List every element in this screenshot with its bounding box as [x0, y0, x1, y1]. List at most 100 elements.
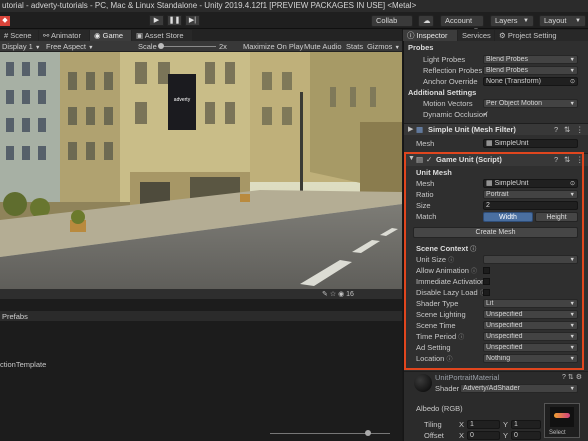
preset-icon[interactable]: ⇅ — [564, 125, 570, 134]
disable-lazy-load-row: Disable Lazy Load ⓘ — [404, 287, 588, 298]
account-dropdown[interactable]: Account▼ — [440, 15, 484, 34]
icon-size-slider[interactable] — [270, 433, 390, 434]
offset-x-input[interactable]: 0 — [467, 431, 500, 440]
foldout-arrow-icon[interactable]: ▶ — [408, 125, 413, 133]
tab-animator[interactable]: ⚯ Animator — [39, 30, 89, 41]
tab-project-settings[interactable]: ⚙ Project Setting — [495, 30, 588, 41]
cloud-button[interactable]: ☁ — [418, 15, 434, 27]
width-button[interactable]: Width — [483, 212, 533, 222]
preset-icon[interactable]: ⇅ — [564, 155, 570, 164]
step-button[interactable]: ▶| — [185, 15, 200, 26]
gear-icon[interactable]: ⚙ — [576, 374, 582, 381]
more-options-icon[interactable]: ⋮ — [576, 155, 584, 164]
size-input[interactable]: 2 — [483, 201, 578, 210]
motion-vectors-dropdown[interactable]: Per Object Motion ▼ — [483, 99, 578, 108]
project-item[interactable]: ctionTemplate — [0, 360, 46, 369]
time-period-value: Unspecified — [486, 333, 523, 340]
mesh-filter-title: Simple Unit (Mesh Filter) — [428, 125, 516, 134]
immediate-activation-row: Immediate Activation — [404, 276, 588, 287]
eye-icon[interactable]: ◉ — [338, 291, 344, 298]
pause-button[interactable]: ❚❚ — [167, 15, 182, 26]
info-icon: ⓘ — [471, 269, 478, 275]
foldout-arrow-icon[interactable]: ▼ — [408, 155, 415, 162]
target-icon[interactable]: ⊙ — [570, 78, 575, 85]
game-unit-script-header[interactable]: ▼ ▤ ✓ Game Unit (Script) ? ⇅ ⋮ — [404, 153, 588, 166]
scene-lighting-dropdown[interactable]: Unspecified ▼ — [483, 310, 578, 319]
tiling-x-input[interactable]: 1 — [467, 420, 500, 429]
offset-y-input[interactable]: 0 — [511, 431, 541, 440]
location-value: Nothing — [486, 355, 511, 362]
create-mesh-button[interactable]: Create Mesh — [413, 227, 578, 238]
tab-game[interactable]: ◉ Game — [90, 30, 131, 41]
albedo-texture-slot[interactable]: Select — [544, 403, 580, 438]
reflection-probes-dropdown[interactable]: Blend Probes ▼ — [483, 66, 578, 75]
target-icon[interactable]: ⊙ — [570, 180, 575, 187]
layers-dropdown[interactable]: Layers ▼ — [490, 15, 534, 27]
icon-size-slider-handle[interactable] — [365, 430, 371, 436]
help-icon[interactable]: ? — [562, 374, 566, 381]
tab-asset-store-label: Asset Store — [144, 31, 184, 40]
tab-scene[interactable]: # Scene — [0, 30, 38, 41]
disable-lazy-load-checkbox[interactable] — [483, 289, 490, 296]
cloud-icon: ☁ — [423, 16, 431, 25]
shader-dropdown[interactable]: Adverty/AdShader ▼ — [460, 384, 578, 393]
ad-setting-dropdown[interactable]: Unspecified ▼ — [483, 343, 578, 352]
hash-icon: # — [4, 31, 9, 40]
tiling-x-value: 1 — [470, 421, 474, 428]
more-options-icon[interactable]: ⋮ — [576, 125, 584, 134]
tab-inspector[interactable]: ⓘ Inspector — [403, 30, 457, 41]
offset-y-value: 0 — [514, 432, 518, 439]
billboard-brand-text: adverty — [174, 97, 191, 103]
star-icon[interactable]: ☆ — [330, 291, 336, 298]
unit-size-dropdown[interactable]: ▼ — [483, 255, 578, 264]
scale-value: 2x — [219, 42, 227, 51]
immediate-activation-checkbox[interactable] — [483, 278, 490, 285]
preset-icon[interactable]: ⇅ — [568, 374, 574, 381]
aspect-dropdown[interactable]: Free Aspect ▼ — [46, 41, 94, 52]
gizmos-dropdown[interactable]: Gizmos ▼ — [367, 41, 400, 52]
help-icon[interactable]: ? — [554, 155, 558, 164]
maximize-on-play-toggle[interactable]: Maximize On Play — [243, 41, 303, 52]
game-viewport[interactable]: adverty — [0, 52, 402, 289]
scene-time-dropdown[interactable]: Unspecified ▼ — [483, 321, 578, 330]
scale-slider-handle[interactable] — [158, 43, 164, 49]
scale-label: Scale — [138, 42, 157, 51]
shader-type-dropdown[interactable]: Lit ▼ — [483, 299, 578, 308]
play-button[interactable]: ▶ — [149, 15, 164, 26]
mute-audio-toggle[interactable]: Mute Audio — [304, 41, 342, 52]
mesh-field[interactable]: ▦ SimpleUnit ⊙ — [483, 179, 578, 188]
offset-y-label: Y — [503, 431, 509, 440]
anchor-override-value: None (Transform) — [486, 78, 541, 85]
step-icon: ▶| — [188, 17, 197, 24]
display-dropdown[interactable]: Display 1 ▼ — [2, 41, 40, 52]
ratio-dropdown[interactable]: Portrait ▼ — [483, 190, 578, 199]
collab-label: Collab — [376, 16, 398, 25]
tiling-y-input[interactable]: 1 — [511, 420, 541, 429]
offset-x-value: 0 — [470, 432, 474, 439]
light-probes-dropdown[interactable]: Blend Probes ▼ — [483, 55, 578, 64]
stats-toggle[interactable]: Stats — [346, 41, 363, 52]
collab-button[interactable]: Collab — [371, 15, 413, 27]
tab-project-settings-label: Project Setting — [507, 31, 557, 40]
height-button[interactable]: Height — [535, 212, 578, 222]
material-header-icons: ? ⇅ ⚙ — [562, 373, 582, 381]
inspector-panel: Probes Light Probes Blend Probes ▼ Reflec… — [403, 41, 588, 441]
additional-settings-header: Additional Settings — [408, 88, 477, 97]
immediate-activation-label: Immediate Activation — [416, 277, 486, 286]
tab-services[interactable]: Services — [458, 30, 494, 41]
enabled-checkbox[interactable]: ✓ — [426, 155, 432, 164]
help-icon[interactable]: ? — [554, 125, 558, 134]
allow-animation-checkbox[interactable] — [483, 267, 490, 274]
chevron-down-icon: ▼ — [569, 386, 575, 392]
chevron-down-icon: ▼ — [394, 45, 400, 51]
mesh-filter-header[interactable]: ▶ ▦ Simple Unit (Mesh Filter) ? ⇅ ⋮ — [404, 123, 588, 135]
location-dropdown[interactable]: Nothing ▼ — [483, 354, 578, 363]
scale-slider-track[interactable] — [160, 46, 216, 47]
dynamic-occlusion-checkbox[interactable]: ✓ — [483, 109, 489, 120]
anchor-override-field[interactable]: None (Transform) ⊙ — [483, 77, 578, 86]
mesh-filter-mesh-field[interactable]: ▦ SimpleUnit — [483, 139, 578, 148]
tab-asset-store[interactable]: ▣ Asset Store — [132, 30, 192, 41]
tag-icon[interactable]: ✎ — [322, 291, 328, 298]
layout-dropdown[interactable]: Layout ▼ — [539, 15, 586, 27]
time-period-dropdown[interactable]: Unspecified ▼ — [483, 332, 578, 341]
